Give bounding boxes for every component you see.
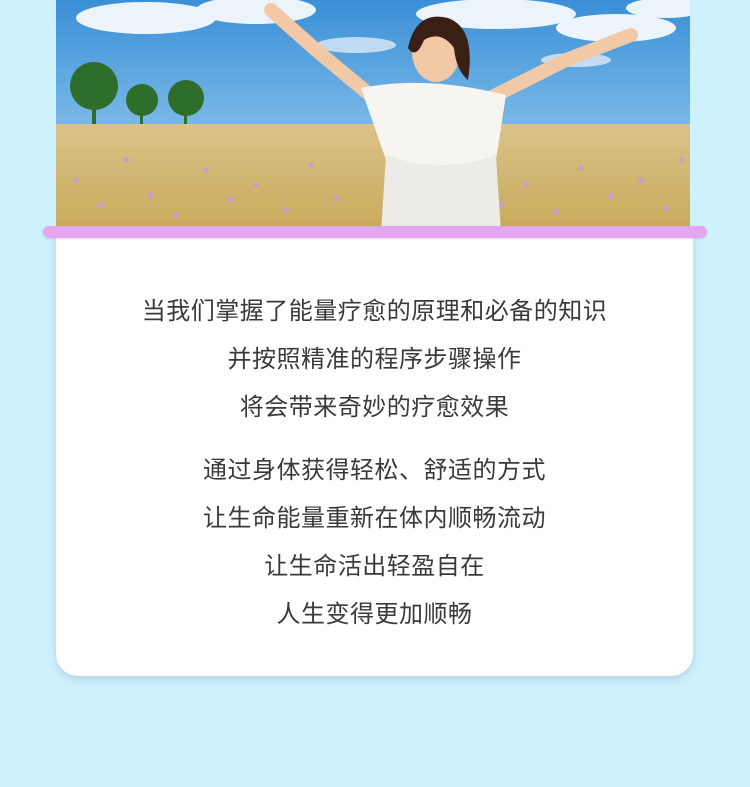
text-line: 让生命能量重新在体内顺畅流动	[203, 504, 546, 532]
text-line: 让生命活出轻盈自在	[264, 552, 485, 580]
woman-in-flower-field-illustration	[56, 0, 690, 232]
benefits-paragraph: 通过身体获得轻松、舒适的方式 让生命能量重新在体内顺畅流动 让生命活出轻盈自在 …	[56, 446, 693, 638]
text-line: 人生变得更加顺畅	[276, 600, 473, 628]
accent-divider-bar	[43, 226, 707, 238]
text-line: 通过身体获得轻松、舒适的方式	[203, 456, 546, 484]
content-card: 当我们掌握了能量疗愈的原理和必备的知识 并按照精准的程序步骤操作 将会带来奇妙的…	[56, 232, 693, 676]
text-line: 当我们掌握了能量疗愈的原理和必备的知识	[141, 297, 608, 325]
intro-paragraph: 当我们掌握了能量疗愈的原理和必备的知识 并按照精准的程序步骤操作 将会带来奇妙的…	[56, 287, 693, 431]
text-line: 将会带来奇妙的疗愈效果	[239, 393, 510, 421]
hero-photo	[56, 0, 690, 232]
text-line: 并按照精准的程序步骤操作	[227, 345, 522, 373]
